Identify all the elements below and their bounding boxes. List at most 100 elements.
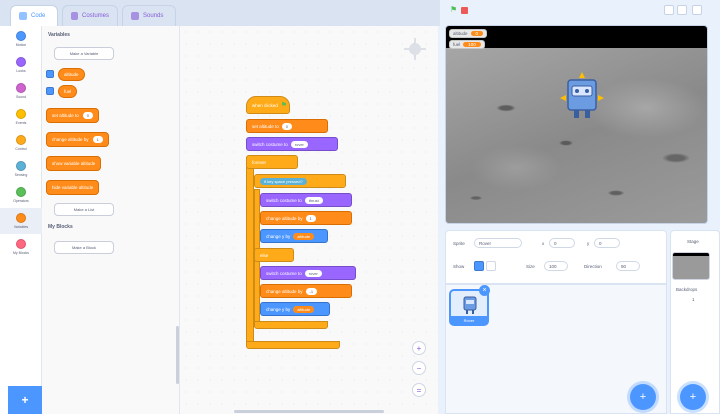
direction-input[interactable]: 90: [616, 261, 640, 271]
block-text: forever: [252, 159, 267, 165]
set-variable-block[interactable]: set altitude to 0: [246, 119, 328, 133]
variable-checkbox[interactable]: [46, 70, 54, 78]
tab-code[interactable]: Code: [10, 5, 58, 26]
monitor-label: fuel: [453, 42, 461, 47]
show-visible-toggle[interactable]: [474, 261, 484, 271]
variable-checkbox[interactable]: [46, 87, 54, 95]
tab-costumes[interactable]: Costumes: [62, 5, 118, 26]
change-variable-block[interactable]: change altitude by 1: [46, 132, 109, 147]
switch-costume-block[interactable]: switch costume to rover: [246, 137, 338, 151]
sprite-info-panel: Sprite Rover x 0 y 0 Show Size 100 Direc…: [445, 230, 667, 284]
block-input[interactable]: altitude: [293, 305, 315, 313]
make-variable-button[interactable]: Make a Variable: [54, 47, 114, 60]
block-input[interactable]: rover: [290, 140, 308, 148]
make-block-button[interactable]: Make a Block: [54, 241, 114, 254]
category-menu: Motion Looks Sound Events Control Sensin…: [0, 26, 42, 414]
block-input[interactable]: 0: [82, 112, 94, 119]
change-variable-block[interactable]: change altitude by 1: [260, 211, 352, 225]
block-input[interactable]: rover: [304, 269, 322, 277]
zoom-in-icon: +: [416, 343, 422, 353]
category-variables[interactable]: Variables: [0, 208, 42, 234]
category-events[interactable]: Events: [0, 104, 42, 130]
category-control[interactable]: Control: [0, 130, 42, 156]
show-hidden-toggle[interactable]: [486, 261, 496, 271]
block-input[interactable]: -1: [305, 287, 318, 295]
category-motion[interactable]: Motion: [0, 26, 42, 52]
choose-backdrop-button[interactable]: +: [680, 384, 706, 410]
stage-thumbnail[interactable]: [672, 252, 710, 280]
tab-label: Sounds: [143, 13, 164, 19]
hide-variable-block[interactable]: hide variable altitude: [46, 180, 100, 195]
x-label: x: [542, 241, 545, 246]
code-icon: [19, 12, 27, 20]
looks-icon: [16, 57, 26, 67]
extension-icon: +: [21, 393, 29, 407]
horizontal-scrollbar[interactable]: [234, 410, 384, 413]
switch-costume-block[interactable]: switch costume to rover: [260, 266, 356, 280]
category-label: Sound: [15, 95, 27, 99]
backdrops-count: 1: [692, 297, 695, 302]
variable-monitor[interactable]: fuel 100: [449, 40, 485, 49]
stage[interactable]: altitude 0 fuel 100: [445, 25, 708, 224]
variable-monitor[interactable]: altitude 0: [449, 29, 488, 38]
category-looks[interactable]: Looks: [0, 52, 42, 78]
change-y-block[interactable]: change y by altitude: [260, 302, 330, 316]
block-input[interactable]: thrust: [304, 196, 323, 204]
sprite-name-input[interactable]: Rover: [474, 238, 522, 248]
tab-sounds[interactable]: Sounds: [122, 5, 176, 26]
if-else-block[interactable]: if key space pressed?: [254, 174, 346, 188]
change-variable-block[interactable]: change altitude by -1: [260, 284, 352, 298]
category-label: Control: [15, 147, 27, 151]
variable-reporter-block[interactable]: altitude: [58, 68, 85, 81]
block-input[interactable]: altitude: [293, 232, 315, 240]
category-sensing[interactable]: Sensing: [0, 156, 42, 182]
x-input[interactable]: 0: [549, 238, 575, 248]
block-input[interactable]: 0: [281, 122, 293, 130]
green-flag-button[interactable]: ⚑: [450, 6, 458, 14]
monitor-value: 0: [470, 31, 484, 36]
add-extension-button[interactable]: +: [8, 386, 42, 414]
variable-reporter-block[interactable]: fuel: [58, 85, 78, 98]
zoom-out-icon: −: [416, 363, 422, 373]
block-input[interactable]: if key space pressed?: [260, 177, 307, 185]
size-input[interactable]: 100: [544, 261, 568, 271]
show-variable-block[interactable]: show variable altitude: [46, 156, 102, 171]
block-input[interactable]: 1: [92, 136, 103, 143]
set-variable-block[interactable]: set altitude to 0: [46, 108, 100, 123]
variable-name: altitude: [64, 72, 79, 77]
zoom-out-button[interactable]: −: [412, 361, 426, 375]
block-text: switch costume to: [252, 141, 288, 147]
zoom-reset-button[interactable]: =: [412, 383, 426, 397]
category-sound[interactable]: Sound: [0, 78, 42, 104]
delete-sprite-button[interactable]: ×: [479, 285, 490, 296]
normal-stage-button[interactable]: [677, 5, 687, 15]
editor-tab-bar: Code Costumes Sounds: [0, 0, 440, 26]
switch-costume-block[interactable]: switch costume to thrust: [260, 193, 352, 207]
make-list-button[interactable]: Make a List: [54, 203, 114, 216]
fullscreen-button[interactable]: [692, 5, 702, 15]
block-text: else: [260, 252, 269, 258]
zoom-in-button[interactable]: +: [412, 341, 426, 355]
change-y-block[interactable]: change y by altitude: [260, 229, 328, 243]
rover-sprite[interactable]: [552, 70, 612, 130]
choose-sprite-button[interactable]: +: [630, 384, 656, 410]
block-text: change y by: [266, 233, 291, 239]
forever-block[interactable]: forever: [246, 155, 298, 169]
stage-selector-title: Stage: [687, 239, 699, 244]
category-label: Sensing: [14, 173, 28, 177]
when-flag-clicked-block[interactable]: when clicked ⚑: [246, 96, 290, 114]
y-input[interactable]: 0: [594, 238, 620, 248]
block-text: when clicked: [252, 102, 278, 108]
palette-scrollbar[interactable]: [176, 326, 179, 384]
y-label: y: [587, 241, 590, 246]
stop-button[interactable]: [461, 7, 468, 14]
block-text: change y by: [266, 306, 291, 312]
category-label: Looks: [16, 69, 26, 73]
block-text: hide variable altitude: [52, 185, 94, 190]
script-area[interactable]: when clicked ⚑ set altitude to 0 switch …: [180, 26, 438, 414]
else-block[interactable]: else: [254, 248, 294, 262]
category-my-blocks[interactable]: My Blocks: [0, 234, 42, 260]
small-stage-button[interactable]: [664, 5, 674, 15]
category-operators[interactable]: Operators: [0, 182, 42, 208]
block-input[interactable]: 1: [305, 214, 316, 222]
